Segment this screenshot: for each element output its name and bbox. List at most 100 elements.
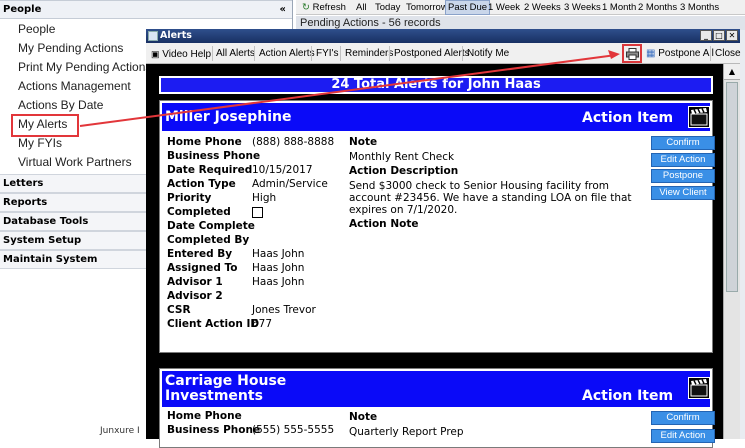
- my-alerts-highlight-box: [11, 114, 79, 137]
- close-window-button[interactable]: ✕: [726, 30, 738, 41]
- clapperboard-icon[interactable]: [688, 106, 710, 128]
- minimize-button[interactable]: _: [700, 30, 712, 41]
- sidebar-item-my-fyis[interactable]: My FYIs: [18, 136, 62, 150]
- toolbar-divider: [462, 46, 463, 61]
- field-label: Home Phone: [167, 410, 242, 422]
- field-label: Priority: [167, 192, 212, 204]
- print-button[interactable]: [622, 44, 642, 63]
- field-label: Completed: [167, 206, 231, 218]
- filter-2-weeks[interactable]: 2 Weeks: [524, 1, 561, 14]
- client-name: Carriage House Investments: [165, 373, 287, 404]
- close-button[interactable]: Close: [715, 47, 741, 61]
- alerts-window-title: Alerts: [160, 30, 192, 41]
- sidebar-item-actions-management[interactable]: Actions Management: [18, 79, 131, 93]
- total-alerts-header: 24 Total Alerts for John Haas: [159, 76, 713, 94]
- filter-tomorrow[interactable]: Tomorrow: [406, 1, 448, 14]
- maximize-button[interactable]: □: [713, 30, 725, 41]
- note-text: Monthly Rent Check: [349, 151, 455, 163]
- clapperboard-icon[interactable]: [688, 377, 710, 399]
- postpone-all-button[interactable]: ▦ Postpone All: [646, 47, 714, 61]
- action-description-text: Send $3000 check to Senior Housing facil…: [349, 180, 632, 216]
- sidebar-item-print-my-pending-actions[interactable]: Print My Pending Actions: [18, 60, 151, 74]
- field-value: (888) 888-8888: [252, 136, 335, 148]
- refresh-button[interactable]: ↻ Refresh: [302, 1, 346, 14]
- action-alerts-tab[interactable]: Action Alerts: [259, 47, 315, 61]
- alerts-content-area: 24 Total Alerts for John Haas Miller Jos…: [155, 73, 721, 448]
- sidebar-footer: Junxure I: [100, 426, 140, 436]
- note-label: Note: [349, 136, 378, 148]
- alert-card-header: Miller Josephine Action Item: [162, 103, 710, 131]
- scrollbar-thumb[interactable]: [726, 82, 738, 292]
- alerts-toolbar: ▣ Video Help All Alerts Action Alerts FY…: [146, 43, 741, 64]
- field-label: Action Type: [167, 178, 236, 190]
- vertical-scrollbar[interactable]: ▲: [723, 64, 740, 439]
- action-description-label: Action Description: [349, 165, 459, 177]
- toolbar-divider: [212, 46, 213, 61]
- alert-type: Action Item: [582, 388, 674, 404]
- filter-3-weeks[interactable]: 3 Weeks: [564, 1, 601, 14]
- field-value: 10/15/2017: [252, 164, 313, 176]
- calendar-icon: ▦: [646, 48, 656, 59]
- field-label: Completed By: [167, 234, 250, 246]
- action-note-label: Action Note: [349, 218, 419, 230]
- field-value: Haas John: [252, 248, 305, 260]
- fyis-tab[interactable]: FYI's: [316, 47, 338, 61]
- field-label: CSR: [167, 304, 191, 316]
- field-value: High: [252, 192, 277, 204]
- date-filter-toolbar: ↻ Refresh All Today Tomorrow Past Due 1 …: [296, 0, 745, 15]
- field-label: Assigned To: [167, 262, 238, 274]
- filter-1-week[interactable]: 1 Week: [488, 1, 520, 14]
- view-client-button[interactable]: View Client: [651, 186, 715, 200]
- field-label: Date Complete: [167, 220, 255, 232]
- edit-action-button[interactable]: Edit Action: [651, 153, 715, 167]
- alerts-window: Alerts _ □ ✕ ▣ Video Help All Alerts Act…: [146, 29, 741, 448]
- note-label: Note: [349, 411, 378, 423]
- filter-all[interactable]: All: [356, 1, 367, 14]
- alert-card: Miller Josephine Action Item Home Phone …: [159, 100, 715, 353]
- sidebar-header-people[interactable]: People «: [0, 0, 292, 19]
- clapperboard-icon: ▣: [151, 49, 160, 59]
- printer-icon: [626, 48, 639, 60]
- field-label: Advisor 1: [167, 276, 223, 288]
- alert-type: Action Item: [582, 110, 674, 126]
- all-alerts-tab[interactable]: All Alerts: [216, 47, 255, 61]
- field-value: Haas John: [252, 276, 305, 288]
- filter-3-months[interactable]: 3 Months: [680, 1, 719, 14]
- postpone-button[interactable]: Postpone: [651, 169, 715, 183]
- field-value: Jones Trevor: [252, 304, 316, 316]
- toolbar-divider: [311, 46, 312, 61]
- collapse-chevron-icon[interactable]: «: [280, 1, 286, 18]
- postponed-alerts-tab[interactable]: Postponed Alerts: [394, 47, 470, 61]
- notify-me-tab[interactable]: Notify Me: [467, 47, 509, 61]
- alert-card-header: Carriage House Investments Action Item: [162, 371, 710, 407]
- field-label: Client Action ID: [167, 318, 260, 330]
- alert-card: Carriage House Investments Action Item H…: [159, 368, 715, 448]
- toolbar-divider: [389, 46, 390, 61]
- field-label: Business Phone: [167, 150, 261, 162]
- scroll-up-arrow-icon[interactable]: ▲: [724, 64, 740, 80]
- sidebar-item-people[interactable]: People: [18, 22, 55, 36]
- filter-past-due[interactable]: Past Due: [445, 0, 491, 15]
- sidebar-item-actions-by-date[interactable]: Actions By Date: [18, 98, 103, 112]
- field-value: (555) 555-5555: [252, 424, 335, 436]
- sidebar-header-label: People: [3, 4, 42, 15]
- confirm-button[interactable]: Confirm: [651, 411, 715, 425]
- note-text: Quarterly Report Prep: [349, 426, 464, 438]
- reminders-tab[interactable]: Reminders: [345, 47, 393, 61]
- field-value: Haas John: [252, 262, 305, 274]
- refresh-icon: ↻: [302, 2, 310, 13]
- confirm-button[interactable]: Confirm: [651, 136, 715, 150]
- filter-today[interactable]: Today: [375, 1, 400, 14]
- field-label: Date Required: [167, 164, 253, 176]
- completed-checkbox[interactable]: [252, 207, 263, 218]
- sidebar-item-virtual-work-partners[interactable]: Virtual Work Partners: [18, 155, 132, 169]
- field-value: Admin/Service: [252, 178, 328, 190]
- pending-actions-header: Pending Actions - 56 records: [296, 16, 745, 30]
- alerts-titlebar[interactable]: Alerts _ □ ✕: [146, 29, 740, 43]
- app-icon: [148, 31, 158, 41]
- edit-action-button[interactable]: Edit Action: [651, 429, 715, 443]
- filter-1-month[interactable]: 1 Month: [602, 1, 636, 14]
- filter-2-months[interactable]: 2 Months: [638, 1, 677, 14]
- sidebar-item-my-pending-actions[interactable]: My Pending Actions: [18, 41, 123, 55]
- video-help-button[interactable]: ▣ Video Help: [151, 47, 211, 61]
